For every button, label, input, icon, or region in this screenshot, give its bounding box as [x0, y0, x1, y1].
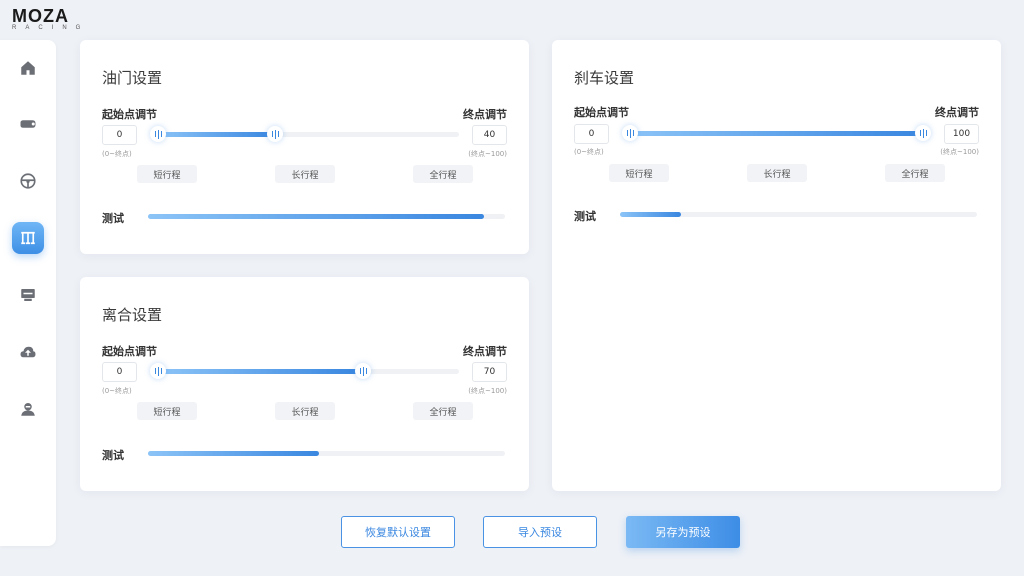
- sidebar-item-wheelbase[interactable]: [12, 108, 44, 140]
- cloud-upload-icon: [20, 346, 36, 358]
- throttle-range-fill: [158, 132, 274, 137]
- brake-title: 刹车设置: [574, 69, 635, 87]
- throttle-test-label: 测试: [102, 212, 124, 225]
- save-as-preset-button[interactable]: 另存为预设: [626, 516, 740, 548]
- sidebar-item-user[interactable]: [12, 393, 44, 425]
- moza-logo: MOZA RACING: [12, 6, 102, 32]
- clutch-end-label: 终点调节: [463, 345, 507, 358]
- clutch-test-bar: [148, 451, 505, 456]
- brake-start-handle[interactable]: [622, 125, 638, 141]
- throttle-preset-short-button[interactable]: 短行程: [137, 165, 197, 183]
- throttle-range-slider[interactable]: [150, 126, 459, 142]
- import-preset-button[interactable]: 导入预设: [483, 516, 597, 548]
- brake-test-fill: [620, 212, 681, 217]
- brake-start-input[interactable]: 0: [574, 124, 609, 144]
- clutch-range-slider[interactable]: [150, 363, 459, 379]
- throttle-start-input[interactable]: 0: [102, 125, 137, 145]
- sidebar-item-upload[interactable]: [12, 336, 44, 368]
- throttle-end-handle[interactable]: [267, 126, 283, 142]
- throttle-end-hint: (终点~100): [468, 150, 507, 158]
- sidebar-item-steering[interactable]: [12, 165, 44, 197]
- clutch-start-input[interactable]: 0: [102, 362, 137, 382]
- sidebar-item-dashboard[interactable]: [12, 279, 44, 311]
- reset-defaults-button[interactable]: 恢复默认设置: [341, 516, 455, 548]
- clutch-start-hint: (0~终点): [102, 387, 132, 395]
- clutch-range-fill: [158, 369, 358, 374]
- brake-preset-full-button[interactable]: 全行程: [885, 164, 945, 182]
- pedals-icon: [21, 231, 35, 245]
- wheelbase-icon: [20, 120, 36, 128]
- clutch-preset-long-button[interactable]: 长行程: [275, 402, 335, 420]
- brake-test-label: 测试: [574, 210, 596, 223]
- brake-start-hint: (0~终点): [574, 148, 604, 156]
- clutch-title: 离合设置: [102, 306, 163, 324]
- brake-range-fill: [630, 131, 920, 136]
- brand-sub: RACING: [12, 25, 90, 31]
- clutch-preset-full-button[interactable]: 全行程: [413, 402, 473, 420]
- throttle-preset-full-button[interactable]: 全行程: [413, 165, 473, 183]
- user-icon: [21, 403, 35, 416]
- throttle-card: 油门设置 起始点调节 终点调节 0 40 (0~终点) (终点~100) 短行程…: [80, 40, 529, 254]
- clutch-end-hint: (终点~100): [468, 387, 507, 395]
- throttle-test-bar: [148, 214, 505, 219]
- clutch-start-handle[interactable]: [150, 363, 166, 379]
- throttle-start-hint: (0~终点): [102, 150, 132, 158]
- clutch-end-handle[interactable]: [355, 363, 371, 379]
- throttle-start-label: 起始点调节: [102, 108, 157, 121]
- brake-preset-short-button[interactable]: 短行程: [609, 164, 669, 182]
- sidebar-item-home[interactable]: [12, 52, 44, 84]
- throttle-end-input[interactable]: 40: [472, 125, 507, 145]
- clutch-card: 离合设置 起始点调节 终点调节 0 70 (0~终点) (终点~100) 短行程…: [80, 277, 529, 491]
- throttle-test-fill: [148, 214, 484, 219]
- brand-name: MOZA: [12, 6, 69, 26]
- steering-wheel-icon: [20, 173, 36, 189]
- brake-end-handle[interactable]: [915, 125, 931, 141]
- brake-start-label: 起始点调节: [574, 106, 629, 119]
- brake-end-input[interactable]: 100: [944, 124, 979, 144]
- brake-end-label: 终点调节: [935, 106, 979, 119]
- brake-range-slider[interactable]: [622, 125, 931, 141]
- brake-card: 刹车设置 起始点调节 终点调节 0 100 (0~终点) (终点~100) 短行…: [552, 40, 1001, 491]
- brake-preset-long-button[interactable]: 长行程: [747, 164, 807, 182]
- throttle-preset-long-button[interactable]: 长行程: [275, 165, 335, 183]
- dashboard-icon: [21, 289, 35, 301]
- clutch-test-label: 测试: [102, 449, 124, 462]
- brake-end-hint: (终点~100): [940, 148, 979, 156]
- sidebar-item-pedals[interactable]: [12, 222, 44, 254]
- clutch-test-fill: [148, 451, 320, 456]
- brake-test-bar: [620, 212, 977, 217]
- home-icon: [21, 61, 35, 75]
- throttle-title: 油门设置: [102, 69, 163, 87]
- sidebar: [0, 40, 56, 546]
- throttle-start-handle[interactable]: [150, 126, 166, 142]
- throttle-end-label: 终点调节: [463, 108, 507, 121]
- clutch-end-input[interactable]: 70: [472, 362, 507, 382]
- clutch-start-label: 起始点调节: [102, 345, 157, 358]
- clutch-preset-short-button[interactable]: 短行程: [137, 402, 197, 420]
